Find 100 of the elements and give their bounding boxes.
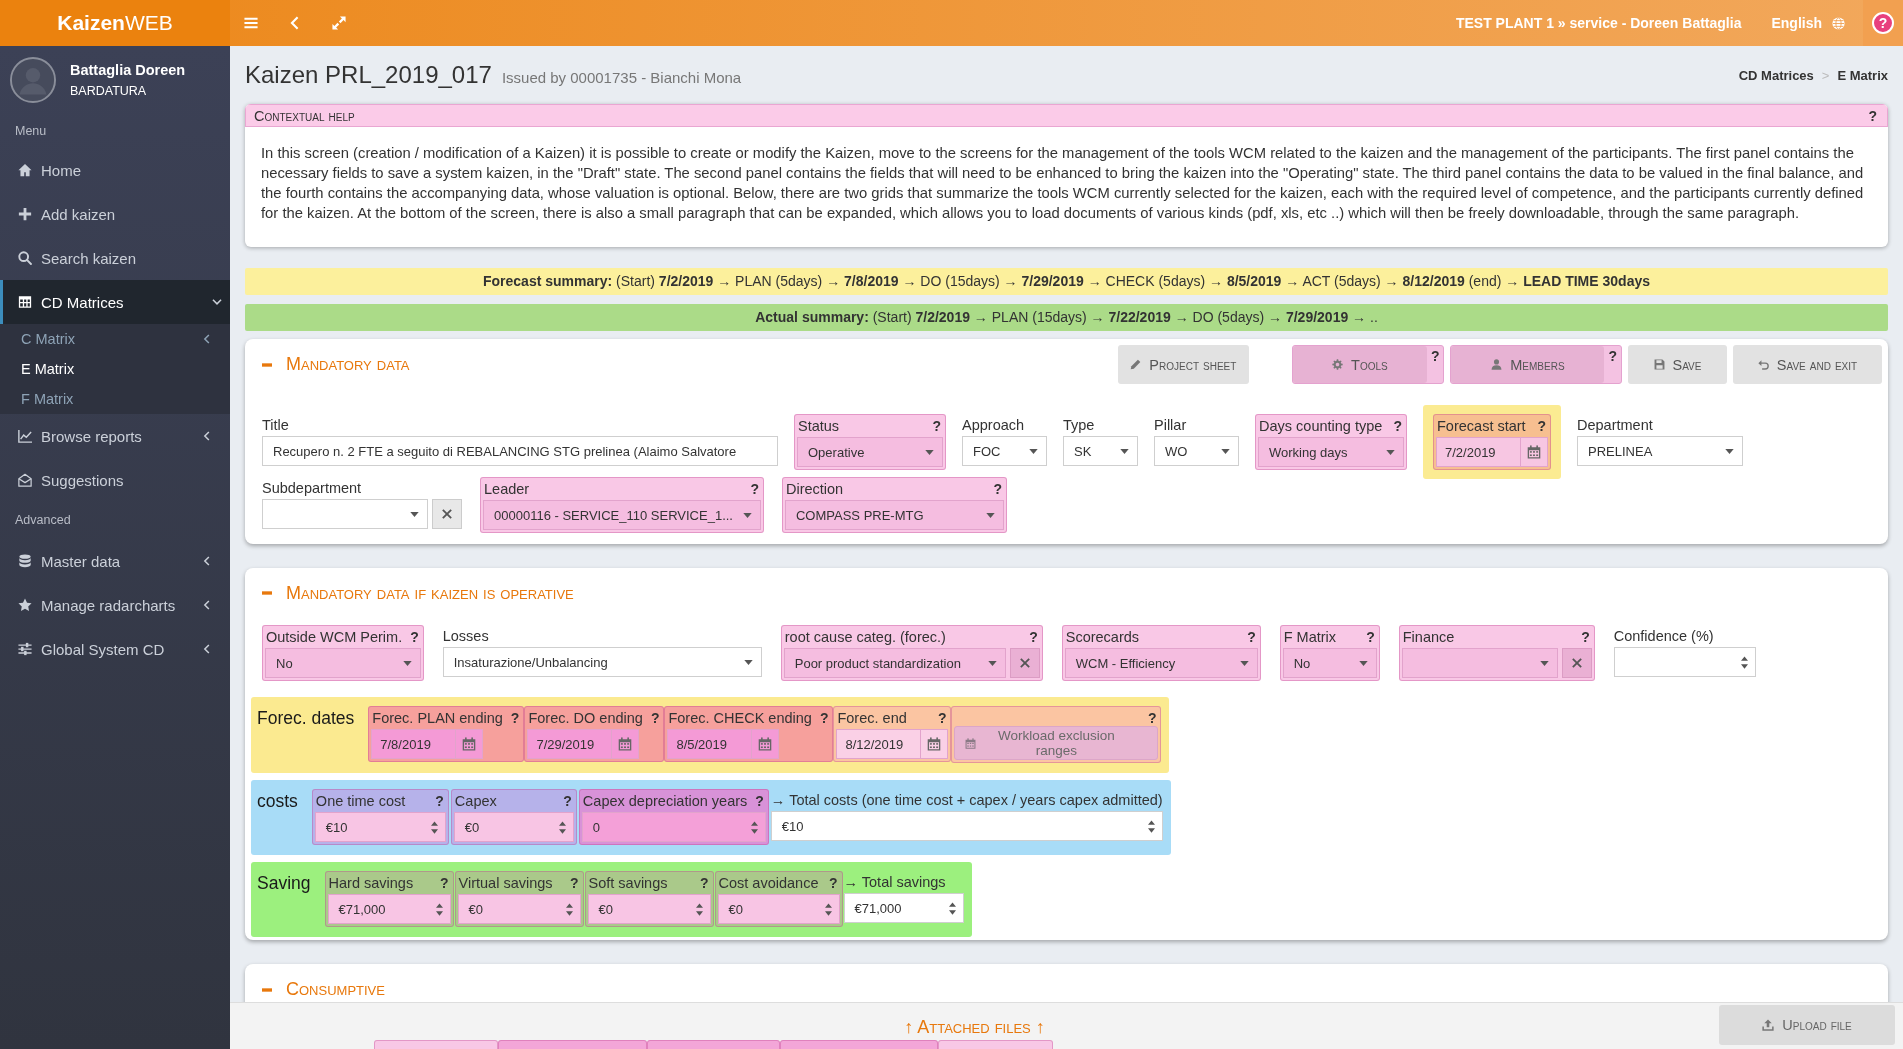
menu-item[interactable]: CD Matrices	[0, 280, 230, 324]
help-mark[interactable]: ?	[561, 793, 574, 809]
help-mark[interactable]: ?	[408, 629, 421, 645]
help-mark[interactable]: ?	[1145, 710, 1159, 726]
help-mark[interactable]: ?	[1027, 629, 1040, 645]
select-field[interactable]: Insaturazione/Unbalancing	[442, 647, 762, 677]
help-mark[interactable]: ?	[1426, 346, 1444, 364]
menu-item[interactable]: Browse reports	[0, 414, 230, 458]
help-mark[interactable]: ?	[567, 875, 581, 891]
select-field[interactable]	[262, 499, 428, 529]
number-field[interactable]: €10	[314, 812, 446, 842]
date-field[interactable]: 7/2/2019	[1436, 437, 1521, 467]
help-mark[interactable]: ?	[1364, 629, 1377, 645]
help-mark[interactable]: ?	[1245, 629, 1258, 645]
clear-button[interactable]	[1009, 648, 1040, 678]
calendar-button[interactable]	[1521, 437, 1548, 467]
select-field[interactable]: PRELINEA	[1577, 436, 1743, 466]
select-field[interactable]: No	[1282, 648, 1377, 678]
number-field[interactable]: €0	[717, 894, 840, 924]
calendar-icon	[927, 737, 942, 751]
select-field[interactable]: WO	[1154, 436, 1239, 466]
help-mark[interactable]: ?	[991, 481, 1004, 497]
select-field[interactable]: Operative	[797, 437, 943, 467]
upload-button[interactable]: Upload file	[1719, 1005, 1895, 1045]
date-field[interactable]: 8/12/2019	[836, 729, 922, 759]
help-mark[interactable]: ?	[1866, 107, 1879, 124]
select-field[interactable]: FOC	[962, 436, 1047, 466]
help-mark[interactable]: ?	[1391, 418, 1404, 434]
caret-down-icon	[985, 512, 995, 518]
select-field[interactable]: WCM - Efficiency	[1064, 648, 1258, 678]
help-mark[interactable]: ?	[697, 875, 711, 891]
submenu-item[interactable]: F Matrix	[0, 384, 230, 414]
clear-button[interactable]	[432, 499, 462, 529]
select-field[interactable]: Working days	[1258, 437, 1404, 467]
help-mark[interactable]: ?	[748, 481, 761, 497]
number-field[interactable]: €0	[453, 812, 574, 842]
field-label: Soft savings	[587, 875, 668, 891]
number-field[interactable]: €71,000	[327, 894, 451, 924]
menu-item[interactable]: Manage radarcharts	[0, 583, 230, 627]
group-title: Saving	[257, 872, 311, 894]
select-field[interactable]: Poor product standardization	[783, 648, 1006, 678]
menu-item[interactable]: Search kaizen	[0, 236, 230, 280]
minus-icon[interactable]	[262, 362, 272, 367]
number-field[interactable]: 0	[581, 812, 766, 842]
clear-button[interactable]	[1561, 648, 1592, 678]
text-field[interactable]: Recupero n. 2 FTE a seguito di REBALANCING STG prelinea (Alaimo Salvatore	[262, 436, 778, 466]
number-field[interactable]: €10	[770, 811, 1163, 841]
help-mark[interactable]: ?	[508, 710, 522, 726]
number-field[interactable]: €0	[587, 894, 711, 924]
breadcrumb-link[interactable]: CD Matrices	[1738, 67, 1814, 83]
select-field[interactable]: COMPASS PRE-MTG	[784, 500, 1004, 530]
help-mark[interactable]: ?	[437, 875, 451, 891]
save-exit-button[interactable]: Save and exit	[1733, 345, 1882, 384]
help-mark[interactable]: ?	[935, 710, 949, 726]
gear-icon	[1332, 359, 1344, 370]
table-icon	[18, 295, 32, 309]
calendar-button[interactable]	[921, 729, 949, 759]
help-mark[interactable]: ?	[1579, 629, 1592, 645]
menu-heading: Advanced	[14, 512, 72, 529]
date-field[interactable]: 8/5/2019	[667, 729, 753, 759]
help-mark[interactable]: ?	[648, 710, 662, 726]
calendar-button[interactable]	[752, 729, 780, 759]
caret-down-icon	[402, 660, 412, 666]
date-field[interactable]: 7/29/2019	[527, 729, 613, 759]
project-sheet-button[interactable]: Project sheet	[1117, 345, 1249, 384]
save-button[interactable]: Save	[1628, 345, 1727, 384]
help-mark[interactable]: ?	[817, 710, 831, 726]
caret-down-icon	[410, 511, 419, 517]
help-mark[interactable]: ?	[1604, 346, 1621, 364]
calendar-icon	[1527, 445, 1541, 459]
menu-item[interactable]: Global System CD	[0, 627, 230, 671]
help-mark[interactable]: ?	[930, 418, 943, 434]
help-mark[interactable]: ?	[433, 793, 446, 809]
members-button[interactable]: Members	[1451, 346, 1605, 383]
menu-item[interactable]: Master data	[0, 539, 230, 583]
menu-icon[interactable]	[244, 16, 258, 30]
number-field[interactable]	[1613, 647, 1756, 677]
help-button[interactable]: ?	[1872, 12, 1894, 34]
help-mark[interactable]: ?	[826, 875, 840, 891]
calendar-button[interactable]	[612, 729, 640, 759]
menu-item[interactable]: Add kaizen	[0, 192, 230, 236]
submenu-item[interactable]: C Matrix	[0, 324, 230, 354]
tools-button[interactable]: Tools	[1292, 346, 1427, 383]
select-field[interactable]: No	[265, 648, 421, 678]
select-field[interactable]: SK	[1063, 436, 1138, 466]
field-label: Confidence (%)	[1613, 628, 1714, 644]
menu-item[interactable]: Home	[0, 148, 230, 192]
date-field[interactable]: 7/8/2019	[371, 729, 457, 759]
number-field[interactable]: €0	[457, 894, 581, 924]
minus-icon[interactable]	[262, 987, 272, 992]
select-field[interactable]	[1401, 648, 1558, 678]
select-field[interactable]: 00000116 - SERVICE_110 SERVICE_1...	[483, 500, 761, 530]
calendar-button[interactable]	[456, 729, 484, 759]
expand-icon[interactable]	[332, 16, 346, 30]
breadcrumb-link[interactable]: E Matrix	[1837, 67, 1888, 83]
menu-item[interactable]: Suggestions	[0, 458, 230, 502]
submenu-item[interactable]: E Matrix	[0, 354, 230, 384]
help-mark[interactable]: ?	[1535, 418, 1548, 434]
number-field[interactable]: €71,000	[843, 893, 964, 923]
help-mark[interactable]: ?	[753, 793, 766, 809]
